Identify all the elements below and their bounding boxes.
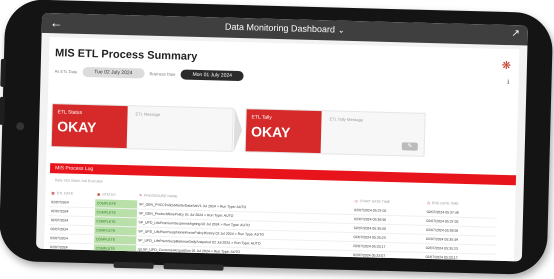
etl-date-label: As ETL Date <box>54 68 78 75</box>
screen: ← Data Monitoring Dashboard ⌄ ↗ MIS ETL P… <box>35 12 529 262</box>
expand-icon[interactable]: ↗ <box>511 28 520 39</box>
clock-icon: ◷ <box>354 198 358 203</box>
calendar-icon: ▦ <box>51 190 55 195</box>
date-row: As ETL Date Tue 02 July 2024 Business Da… <box>54 66 249 82</box>
info-icon[interactable]: ℹ <box>507 79 509 86</box>
etl-status-value: OKAY <box>56 118 97 136</box>
etl-tally-label: ETL Tally <box>251 114 272 121</box>
etl-date-cell: 02/07/2024 <box>47 242 94 253</box>
etl-status-card: ETL Status OKAY ETL Message <box>50 103 234 152</box>
procedure-icon: ✎ <box>139 192 143 198</box>
log-header: MIS Process Log <box>49 163 517 186</box>
end-time-cell: 02/07/2024 05:33:17 <box>423 252 497 262</box>
start-time-cell: 02/07/2024 05:33:07 <box>350 250 424 262</box>
arrow-divider <box>233 107 243 153</box>
clock-icon: ◷ <box>426 200 431 205</box>
status-cell: COMPLETE <box>93 243 136 254</box>
volume-button <box>0 58 6 87</box>
etl-tally-value: OKAY <box>250 123 291 141</box>
chevron-down-icon[interactable]: ⌄ <box>338 26 345 35</box>
phone-frame: ← Data Monitoring Dashboard ⌄ ↗ MIS ETL P… <box>0 0 554 276</box>
side-button <box>113 261 154 269</box>
business-date-label: Business Date <box>149 71 176 77</box>
dashboard-title[interactable]: Data Monitoring Dashboard ⌄ <box>42 17 528 40</box>
etl-message-label: ETL Message <box>135 111 161 117</box>
status-icon: ▣ <box>96 191 101 196</box>
log-note: Daily SQL Batch Job Execution <box>54 178 104 184</box>
business-date-pill[interactable]: Mon 01 July 2024 <box>180 69 245 82</box>
etl-date-pill[interactable]: Tue 02 July 2024 <box>82 66 145 79</box>
process-log-table: ▦ ETL DATE ▣ STATUS ✎ PROCEDURE NAME ◷ START… <box>47 187 498 262</box>
side-button <box>163 263 224 271</box>
main-panel: MIS ETL Process Summary ❋ ℹ As ETL Date … <box>43 37 520 262</box>
edit-icon[interactable]: ✎ <box>401 142 418 151</box>
etl-tally-card: ETL Tally OKAY ETL Tally Message ✎ <box>244 108 426 157</box>
etl-status-label: ETL Status <box>57 109 83 116</box>
logo-icon: ❋ <box>501 59 512 73</box>
etl-tally-box: ETL Tally OKAY <box>245 109 322 154</box>
etl-tally-message-label: ETL Tally Message <box>329 116 364 123</box>
page-title: MIS ETL Process Summary <box>54 47 198 63</box>
etl-status-box: ETL Status OKAY <box>51 104 128 149</box>
volume-button <box>0 96 5 125</box>
camera-icon <box>16 122 25 131</box>
